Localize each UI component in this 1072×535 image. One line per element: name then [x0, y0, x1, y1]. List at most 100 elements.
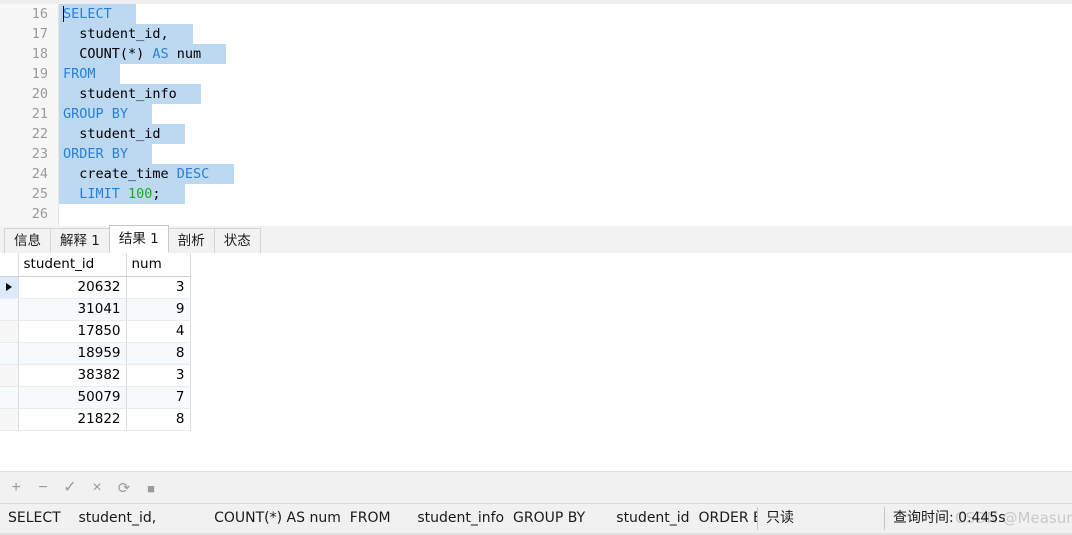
- line-number-label: 21: [31, 106, 48, 122]
- column-header[interactable]: student_id: [18, 253, 127, 277]
- row-header-cell[interactable]: [0, 364, 19, 387]
- code-line[interactable]: create_time DESC: [59, 164, 1072, 184]
- result-tab-label: 解释 1: [60, 233, 100, 249]
- result-table[interactable]: student_id num 20632 3 31041 9 17850 4 18959 8 38…: [0, 253, 191, 431]
- code-line-text: SELECT: [59, 4, 137, 24]
- line-number: 25: [0, 184, 58, 204]
- code-line[interactable]: COUNT(*) AS num: [59, 44, 1072, 64]
- code-line[interactable]: student_id,: [59, 24, 1072, 44]
- line-number: 22: [0, 124, 58, 144]
- table-cell-student_id[interactable]: 20632: [18, 276, 127, 299]
- row-header-cell[interactable]: [0, 386, 19, 409]
- table-cell-num[interactable]: 9: [126, 298, 191, 321]
- table-cell-student_id[interactable]: 31041: [18, 298, 127, 321]
- table-row[interactable]: 18959 8: [0, 342, 191, 365]
- line-number: 24: [0, 164, 58, 184]
- row-header-cell[interactable]: [0, 320, 19, 343]
- table-row[interactable]: 21822 8: [0, 408, 191, 431]
- result-tab[interactable]: 信息: [4, 228, 51, 253]
- table-cell-num[interactable]: 3: [126, 276, 191, 299]
- code-line-text: FROM: [59, 64, 120, 84]
- row-header-cell[interactable]: [0, 276, 19, 299]
- code-token: DESC: [176, 166, 210, 182]
- table-row[interactable]: 50079 7: [0, 386, 191, 409]
- result-tab[interactable]: 解释 1: [50, 228, 110, 253]
- stop-icon[interactable]: ■: [141, 478, 161, 498]
- line-number-label: 19: [31, 66, 48, 82]
- result-grid[interactable]: student_id num 20632 3 31041 9 17850 4 18959 8 38…: [0, 253, 1072, 471]
- result-tab[interactable]: 状态: [213, 228, 261, 253]
- cancel-icon[interactable]: ×: [87, 478, 107, 498]
- selection-trail: [161, 126, 185, 142]
- table-cell-num[interactable]: 3: [126, 364, 191, 387]
- result-tab-label: 信息: [14, 233, 41, 249]
- code-line[interactable]: ORDER BY: [59, 144, 1072, 164]
- result-table-body[interactable]: 20632 3 31041 9 17850 4 18959 8 38382 3 50079 7 2182…: [0, 276, 191, 431]
- code-line-text: student_id: [59, 124, 185, 144]
- row-header-cell[interactable]: [0, 408, 19, 431]
- table-cell-student_id[interactable]: 21822: [18, 408, 127, 431]
- selection-trail: [96, 66, 120, 82]
- code-line[interactable]: GROUP BY: [59, 104, 1072, 124]
- code-line[interactable]: [59, 204, 1072, 224]
- code-token: student_id: [63, 126, 161, 142]
- editor-code-area[interactable]: SELECT student_id, COUNT(*) AS num FROM …: [59, 4, 1072, 226]
- table-cell-num[interactable]: 7: [126, 386, 191, 409]
- code-line[interactable]: student_id: [59, 124, 1072, 144]
- result-header-row: student_id num: [0, 253, 191, 277]
- table-row[interactable]: 31041 9: [0, 298, 191, 321]
- minus-icon[interactable]: −: [33, 478, 53, 498]
- row-header-cell[interactable]: [0, 298, 19, 321]
- refresh-icon[interactable]: ⟳: [114, 478, 134, 498]
- line-number-label: 20: [31, 86, 48, 102]
- sql-editor[interactable]: 16 17 18 19 20 21 22 23 24 25 26 SELECT student_id…: [0, 4, 1072, 226]
- result-tab[interactable]: 结果 1: [108, 225, 169, 253]
- code-line[interactable]: LIMIT 100;: [59, 184, 1072, 204]
- selection-trail: [161, 186, 185, 202]
- line-number-label: 26: [31, 206, 48, 222]
- result-tab-label: 状态: [223, 233, 251, 249]
- code-line[interactable]: FROM: [59, 64, 1072, 84]
- result-tabs: 信息 解释 1 结果 1 剖析 状态: [4, 225, 261, 253]
- status-query-time: 查询时间: 0.445s: [893, 510, 1006, 526]
- status-bar: SELECT student_id, COUNT(*) AS num FROM …: [0, 503, 1072, 535]
- table-cell-num[interactable]: 4: [126, 320, 191, 343]
- line-number-label: 22: [31, 126, 48, 142]
- code-line-text: COUNT(*) AS num: [59, 44, 226, 64]
- code-token: AS: [152, 46, 169, 62]
- selection-trail: [177, 86, 201, 102]
- table-row[interactable]: 17850 4: [0, 320, 191, 343]
- plus-icon[interactable]: +: [6, 478, 26, 498]
- grid-nav-buttons: + − ✓ × ⟳ ■: [6, 478, 161, 498]
- line-number-label: 17: [31, 26, 48, 42]
- selection-trail: [209, 166, 233, 182]
- table-cell-student_id[interactable]: 17850: [18, 320, 127, 343]
- table-row[interactable]: 38382 3: [0, 364, 191, 387]
- code-line[interactable]: student_info: [59, 84, 1072, 104]
- result-tab-label: 结果 1: [118, 231, 159, 247]
- result-tab-bar: 信息 解释 1 结果 1 剖析 状态: [0, 225, 1072, 254]
- result-table-head: student_id num: [0, 253, 191, 277]
- row-header-corner: [0, 253, 19, 277]
- result-tab-label: 剖析: [177, 233, 205, 249]
- column-header[interactable]: num: [126, 253, 191, 277]
- code-token: student_id,: [63, 26, 169, 42]
- navicat-query-window: 16 17 18 19 20 21 22 23 24 25 26 SELECT student_id…: [0, 0, 1072, 535]
- table-cell-student_id[interactable]: 50079: [18, 386, 127, 409]
- table-cell-student_id[interactable]: 38382: [18, 364, 127, 387]
- line-number: 17: [0, 24, 58, 44]
- code-line-text: create_time DESC: [59, 164, 234, 184]
- code-line-text: student_info: [59, 84, 202, 104]
- editor-gutter: 16 17 18 19 20 21 22 23 24 25 26: [0, 4, 59, 226]
- line-number: 18: [0, 44, 58, 64]
- selection-trail: [112, 6, 136, 22]
- result-tab[interactable]: 剖析: [167, 228, 215, 253]
- row-header-cell[interactable]: [0, 342, 19, 365]
- table-cell-num[interactable]: 8: [126, 408, 191, 431]
- table-cell-student_id[interactable]: 18959: [18, 342, 127, 365]
- table-cell-num[interactable]: 8: [126, 342, 191, 365]
- text-caret: [63, 6, 64, 22]
- table-row[interactable]: 20632 3: [0, 276, 191, 299]
- check-icon[interactable]: ✓: [60, 478, 80, 498]
- code-line[interactable]: SELECT: [59, 4, 1072, 24]
